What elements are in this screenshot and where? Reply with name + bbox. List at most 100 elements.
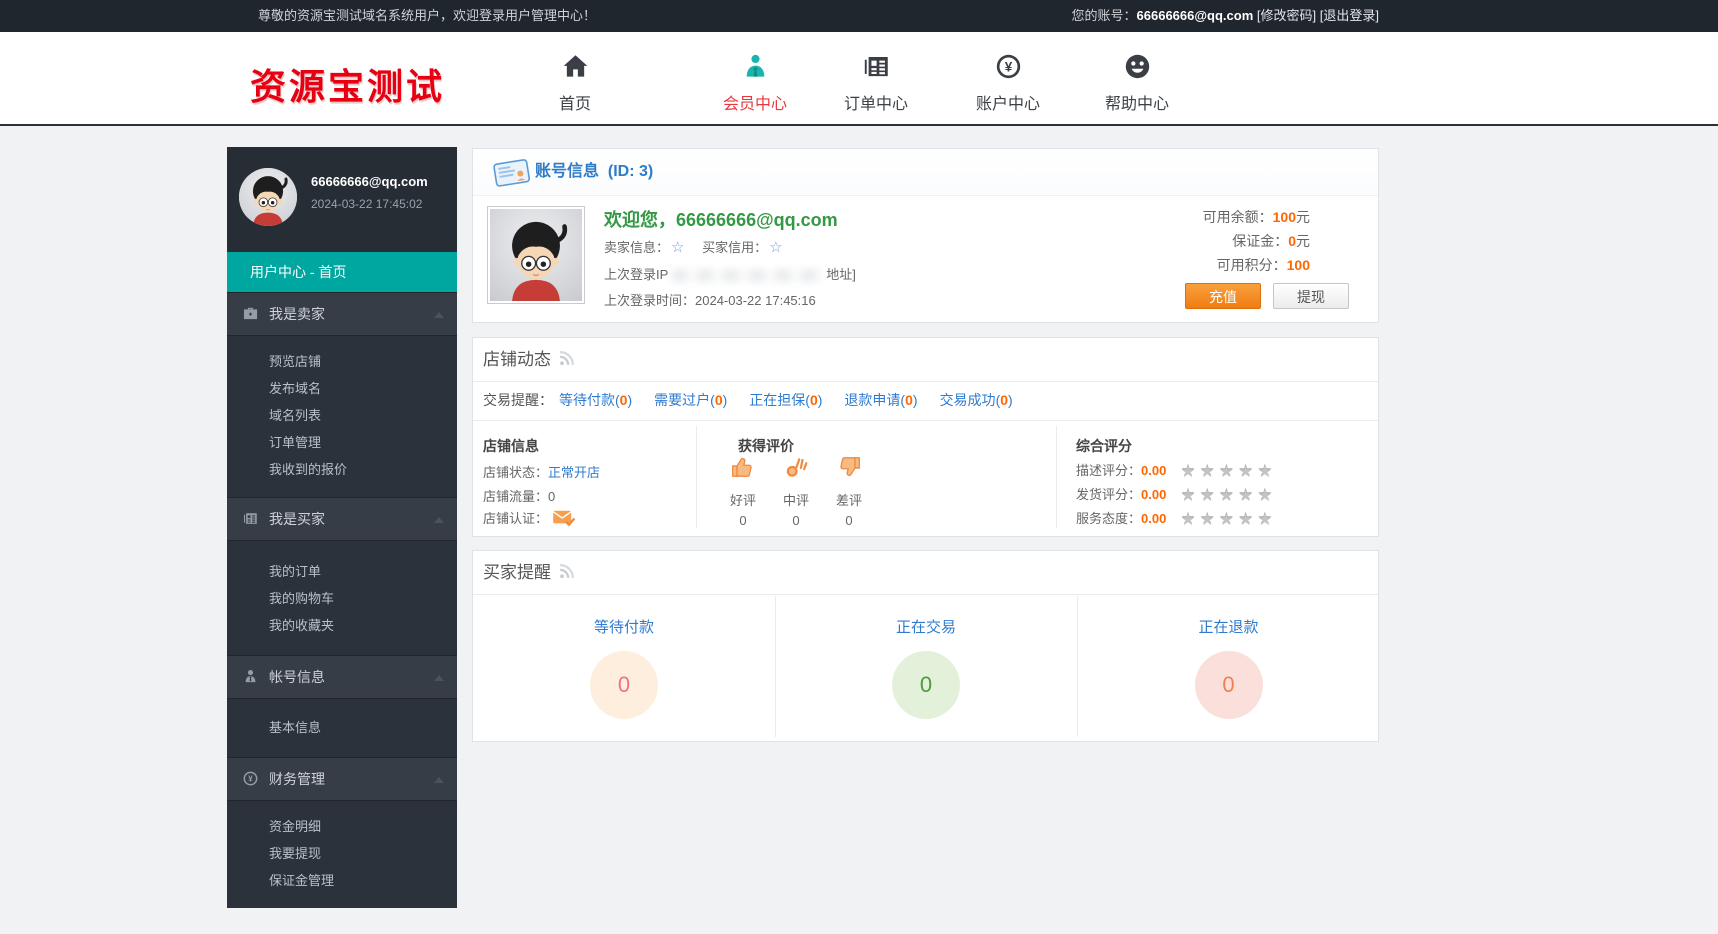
- sidebar-item-withdraw[interactable]: 我要提现: [227, 840, 457, 867]
- trade-reminder-row: 交易提醒： 等待付款(0) 需要过户(0) 正在担保(0) 退款申请(0) 交易…: [473, 381, 1378, 421]
- sidebar-section-finance-items: 资金明细 我要提现 保证金管理: [227, 801, 457, 908]
- svg-text:¥: ¥: [1004, 59, 1012, 74]
- divider: [696, 426, 697, 528]
- shop-activity-panel: 店铺动态 交易提醒： 等待付款(0) 需要过户(0) 正在担保(0) 退款申请(…: [472, 337, 1379, 537]
- page: 尊敬的资源宝测试域名系统用户，欢迎登录用户管理中心！ 您的账号：66666666…: [0, 0, 1718, 934]
- sidebar-section-title: 财务管理: [269, 758, 325, 800]
- sidebar-section-seller[interactable]: 我是卖家: [227, 292, 457, 336]
- trade-links: 等待付款(0) 需要过户(0) 正在担保(0) 退款申请(0) 交易成功(0): [559, 381, 1013, 420]
- yuan-circle-icon: ¥: [243, 771, 258, 791]
- account-email: 66666666@qq.com: [1137, 8, 1254, 23]
- in-trade-link[interactable]: 正在交易: [775, 616, 1077, 637]
- rating-count: 0: [823, 513, 875, 528]
- sidebar-item-deposit-manage[interactable]: 保证金管理: [227, 867, 457, 894]
- sidebar-item-my-orders[interactable]: 我的订单: [227, 558, 457, 585]
- sidebar-section-title: 我是买家: [269, 498, 325, 540]
- svg-text:¥: ¥: [248, 775, 253, 784]
- sidebar-section-seller-items: 预览店铺 发布域名 域名列表 订单管理 我收到的报价: [227, 336, 457, 497]
- nav-help-center[interactable]: 帮助中心: [1077, 50, 1197, 114]
- topbar-account-area: 您的账号：66666666@qq.com [修改密码] [退出登录]: [1072, 0, 1379, 32]
- shop-status-row: 店铺状态：正常开店: [483, 462, 600, 481]
- sidebar-section-buyer-items: 我的订单 我的购物车 我的收藏夹: [227, 541, 457, 655]
- sidebar-section-account-info[interactable]: 帐号信息: [227, 655, 457, 699]
- account-icon: ¥: [948, 50, 1068, 82]
- balance-column: 可用余额：100元 保证金：0元 可用积分：100: [1203, 205, 1310, 277]
- divider: [1056, 426, 1057, 528]
- sidebar-item-my-favorites[interactable]: 我的收藏夹: [227, 612, 457, 639]
- sidebar-section-title: 帐号信息: [269, 656, 325, 698]
- sidebar-profile: 66666666@qq.com 2024-03-22 17:45:02: [227, 147, 457, 252]
- link-need-transfer[interactable]: 需要过户(0): [654, 381, 727, 420]
- sidebar-item-publish-domain[interactable]: 发布域名: [227, 375, 457, 402]
- sidebar-item-received-offers[interactable]: 我收到的报价: [227, 456, 457, 483]
- collapse-arrow-icon[interactable]: [434, 675, 444, 681]
- link-waiting-payment[interactable]: 等待付款(0): [559, 381, 632, 420]
- profile-email: 66666666@qq.com: [311, 174, 428, 189]
- score-row-service: 服务态度：0.00★★★★★: [1076, 508, 1277, 530]
- bad-rating-item: 差评 0: [823, 454, 875, 528]
- user-avatar: [487, 206, 585, 304]
- star-badge-icon: ☆: [671, 239, 684, 256]
- waiting-payment-count: 0: [590, 651, 658, 719]
- star-badge-icon: ☆: [769, 239, 782, 256]
- withdraw-button[interactable]: 提现: [1273, 283, 1349, 309]
- sidebar-item-fund-details[interactable]: 资金明细: [227, 813, 457, 840]
- star-rating-icons: ★★★★★: [1180, 510, 1276, 529]
- buyer-credit-label: 买家信用：: [702, 240, 767, 255]
- credit-row: 卖家信息：☆ 买家信用：☆: [604, 237, 797, 256]
- nav-home[interactable]: 首页: [515, 50, 635, 114]
- link-trade-success[interactable]: 交易成功(0): [940, 381, 1013, 420]
- change-password-link[interactable]: [修改密码]: [1257, 8, 1316, 23]
- nav-member-label: 会员中心: [695, 90, 815, 114]
- link-refund-request[interactable]: 退款申请(0): [844, 381, 917, 420]
- nav-member-center[interactable]: 会员中心: [695, 50, 815, 114]
- good-rating-item: 好评 0: [717, 454, 769, 528]
- in-trade-column: 正在交易 0: [775, 596, 1077, 741]
- rating-label: 中评: [770, 490, 822, 509]
- account-info-header: 账号信息 (ID: 3): [473, 149, 1378, 196]
- site-logo[interactable]: 资源宝测试: [250, 58, 445, 110]
- account-info-panel: 账号信息 (ID: 3) 欢迎您，66666666@qq.com 卖家信息：☆ …: [472, 148, 1379, 323]
- sidebar-item-user-center-home[interactable]: 用户中心 - 首页: [227, 252, 457, 292]
- refunding-link[interactable]: 正在退款: [1077, 616, 1380, 637]
- sidebar-item-preview-shop[interactable]: 预览店铺: [227, 348, 457, 375]
- collapse-arrow-icon[interactable]: [434, 777, 444, 783]
- sidebar-section-finance[interactable]: ¥ 财务管理: [227, 757, 457, 801]
- rss-icon: [559, 552, 574, 595]
- refunding-column: 正在退款 0: [1077, 596, 1380, 741]
- collapse-arrow-icon[interactable]: [434, 312, 444, 318]
- balance-row: 可用余额：100元: [1203, 205, 1310, 229]
- waiting-payment-column: 等待付款 0: [473, 596, 775, 741]
- shop-activity-header: 店铺动态: [473, 338, 1378, 382]
- sidebar-item-basic-info[interactable]: 基本信息: [227, 714, 457, 741]
- thumb-up-icon: [730, 467, 756, 484]
- nav-help-label: 帮助中心: [1077, 90, 1197, 114]
- sidebar-section-buyer[interactable]: 我是买家: [227, 497, 457, 541]
- nav-order-label: 订单中心: [816, 90, 936, 114]
- help-icon: [1077, 50, 1197, 82]
- nav-order-center[interactable]: 订单中心: [816, 50, 936, 114]
- member-icon: [695, 50, 815, 82]
- scores-title: 综合评分: [1076, 436, 1132, 456]
- header: 资源宝测试 首页 会员中心 订单中心 ¥ 账户中心: [0, 32, 1718, 126]
- topbar-welcome-text: 尊敬的资源宝测试域名系统用户，欢迎登录用户管理中心！: [258, 0, 596, 32]
- ratings-title: 获得评价: [738, 436, 794, 456]
- topbar: 尊敬的资源宝测试域名系统用户，欢迎登录用户管理中心！ 您的账号：66666666…: [0, 0, 1718, 32]
- shop-status-link[interactable]: 正常开店: [548, 465, 600, 480]
- nav-account-label: 账户中心: [948, 90, 1068, 114]
- blurred-ip: [672, 269, 822, 282]
- sidebar-item-domain-list[interactable]: 域名列表: [227, 402, 457, 429]
- sidebar-item-order-manage[interactable]: 订单管理: [227, 429, 457, 456]
- waiting-payment-link[interactable]: 等待付款: [473, 616, 775, 637]
- link-in-escrow[interactable]: 正在担保(0): [749, 381, 822, 420]
- nav-account-center[interactable]: ¥ 账户中心: [948, 50, 1068, 114]
- buyer-columns: 等待付款 0 正在交易 0 正在退款 0: [473, 596, 1378, 741]
- sidebar-item-my-cart[interactable]: 我的购物车: [227, 585, 457, 612]
- shop-info-title: 店铺信息: [483, 436, 539, 456]
- rss-icon: [559, 339, 574, 382]
- star-rating-icons: ★★★★★: [1180, 462, 1276, 481]
- recharge-button[interactable]: 充值: [1185, 283, 1261, 309]
- collapse-arrow-icon[interactable]: [434, 517, 444, 523]
- home-icon: [515, 50, 635, 82]
- logout-link[interactable]: [退出登录]: [1320, 8, 1379, 23]
